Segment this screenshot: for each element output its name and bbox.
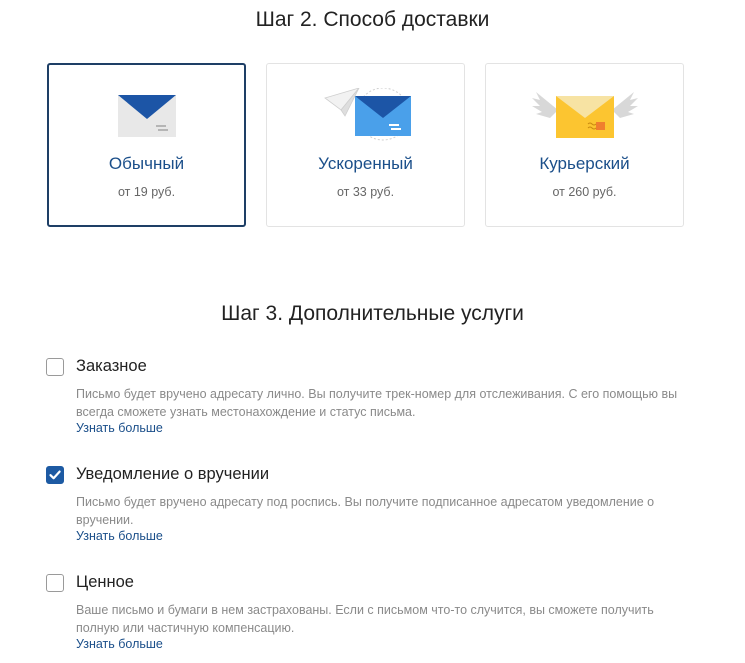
delivery-option-price: от 19 руб.: [117, 185, 176, 199]
learn-more-link[interactable]: Узнать больше: [76, 637, 163, 651]
service-label[interactable]: Уведомление о вручении: [76, 465, 269, 484]
step3-title: Шаг 3. Дополнительные услуги: [221, 302, 524, 325]
service-description: Письмо будет вручено адресату лично. Вы …: [76, 387, 678, 419]
delivery-option-name: Ускоренный: [318, 154, 413, 173]
service-description: Письмо будет вручено адресату под роспис…: [76, 495, 655, 527]
learn-more-link[interactable]: Узнать больше: [76, 421, 163, 435]
service-checkbox-valuable[interactable]: [46, 574, 64, 592]
delivery-option-name: Курьерский: [539, 154, 630, 173]
delivery-option-name: Обычный: [108, 154, 185, 173]
service-label[interactable]: Ценное: [76, 573, 134, 592]
checkmark-icon: [49, 470, 61, 480]
delivery-option-courier[interactable]: Курьерский от 260 руб.: [485, 63, 684, 227]
winged-envelope-icon: [531, 92, 638, 138]
envelope-icon: [117, 95, 176, 137]
service-label[interactable]: Заказное: [76, 357, 147, 376]
delivery-option-price: от 260 руб.: [552, 185, 617, 199]
delivery-option-price: от 33 руб.: [336, 185, 395, 199]
service-checkbox-notification[interactable]: [46, 466, 64, 484]
service-description: Ваше письмо и бумаги в нем застрахованы.…: [76, 603, 654, 635]
step2-title: Шаг 2. Способ доставки: [255, 8, 490, 31]
paper-plane-envelope-icon: [323, 88, 411, 141]
learn-more-link[interactable]: Узнать больше: [76, 529, 163, 543]
delivery-option-regular[interactable]: Обычный от 19 руб.: [47, 63, 246, 227]
service-checkbox-registered[interactable]: [46, 358, 64, 376]
delivery-option-express[interactable]: Ускоренный от 33 руб.: [266, 63, 465, 227]
